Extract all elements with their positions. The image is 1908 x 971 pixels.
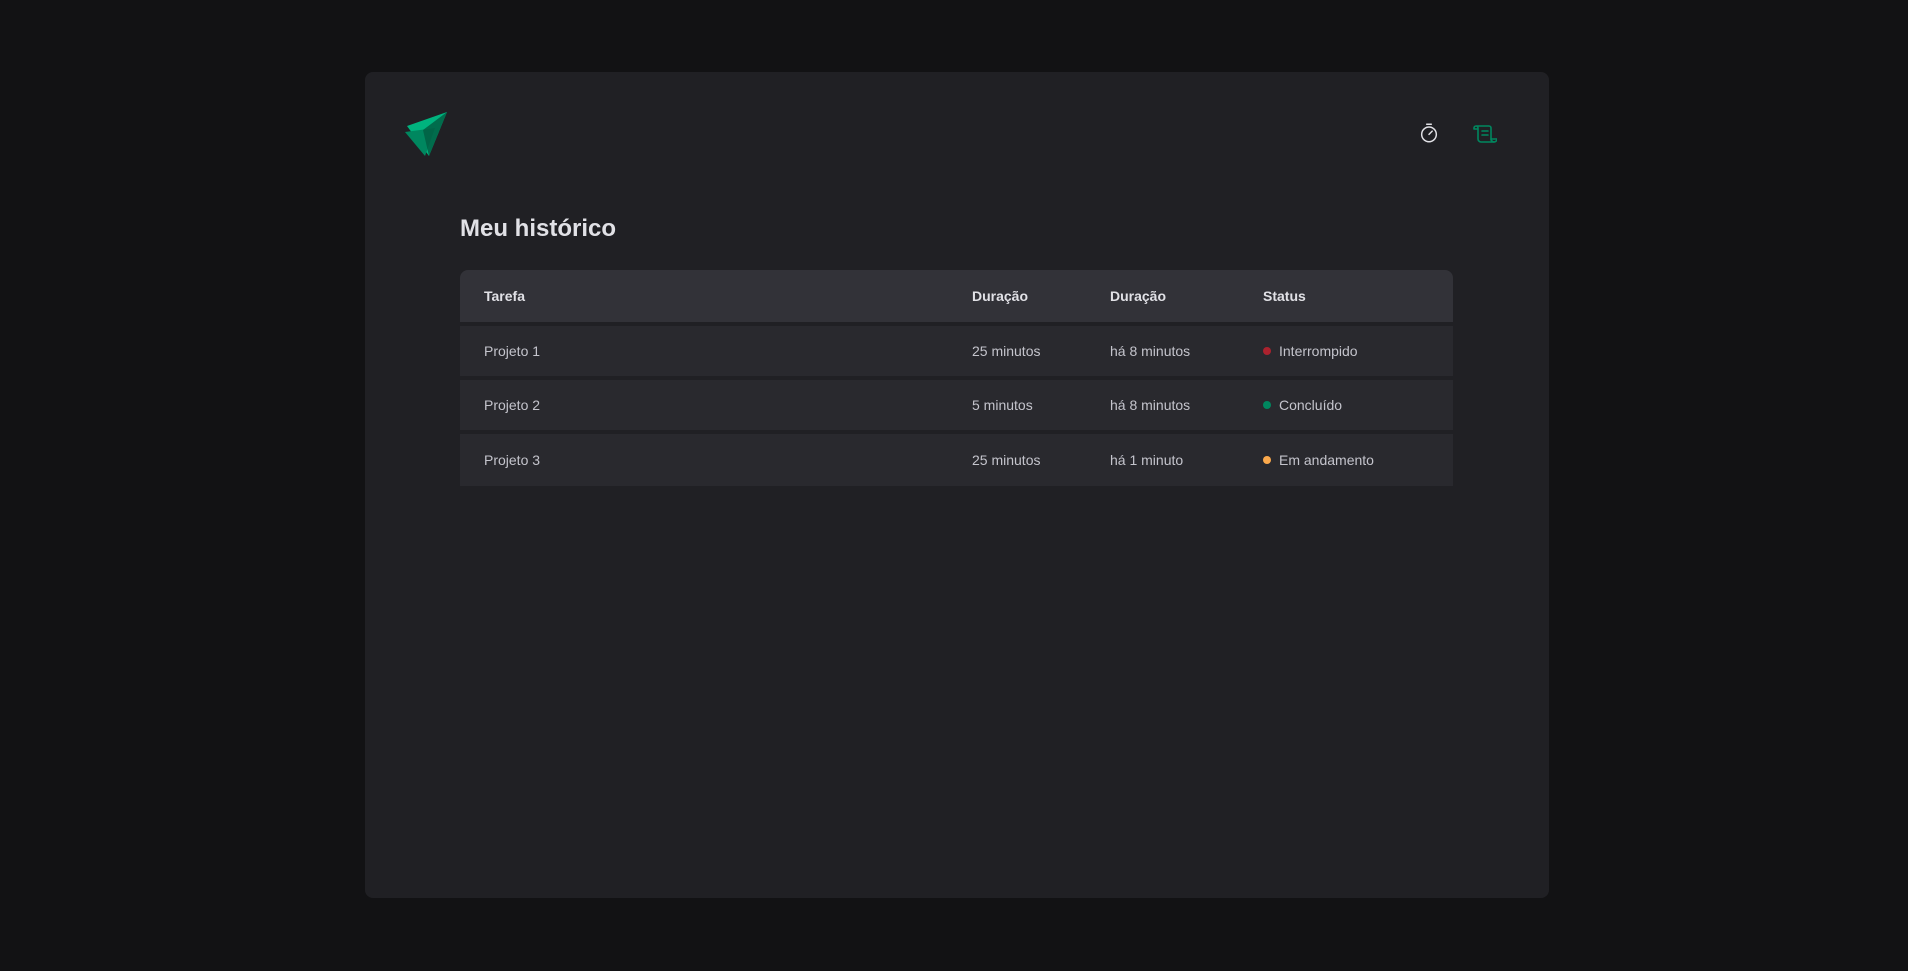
cell-started: há 8 minutos <box>1086 375 1239 432</box>
cell-status: Em andamento <box>1239 429 1453 486</box>
header <box>405 112 1509 160</box>
history-section: Meu histórico Tarefa Duração Duração Sta… <box>460 212 1453 486</box>
table-row: Projeto 2 5 minutos há 8 minutos Concluí… <box>460 375 1453 432</box>
nav-history-link[interactable] <box>1461 118 1509 152</box>
cell-started: há 1 minuto <box>1086 429 1239 486</box>
column-header-started: Duração <box>1086 269 1239 324</box>
page-title: Meu histórico <box>460 215 617 242</box>
status-dot-icon <box>1263 455 1271 464</box>
cell-duration: 25 minutos <box>948 429 1086 486</box>
nav-timer-link[interactable] <box>1405 118 1453 152</box>
status-dot-icon <box>1263 400 1271 409</box>
table-header-row: Tarefa Duração Duração Status <box>460 269 1453 324</box>
column-header-duration: Duração <box>948 269 1086 324</box>
main-nav <box>1405 118 1509 152</box>
column-header-status: Status <box>1239 269 1453 324</box>
cell-started: há 8 minutos <box>1086 321 1239 378</box>
cell-duration: 25 minutos <box>948 321 1086 378</box>
status-badge: Em andamento <box>1263 452 1453 468</box>
status-label: Em andamento <box>1279 451 1374 468</box>
logo-icon <box>405 112 447 156</box>
timer-icon <box>1418 122 1440 149</box>
scroll-icon <box>1473 122 1498 149</box>
app-container: Meu histórico Tarefa Duração Duração Sta… <box>365 72 1549 898</box>
status-dot-icon <box>1263 346 1271 355</box>
cell-task: Projeto 2 <box>460 375 948 432</box>
table-row: Projeto 3 25 minutos há 1 minuto Em anda… <box>460 429 1453 486</box>
status-label: Interrompido <box>1279 342 1358 359</box>
status-label: Concluído <box>1279 396 1343 413</box>
table-row: Projeto 1 25 minutos há 8 minutos Interr… <box>460 321 1453 378</box>
cell-task: Projeto 1 <box>460 321 948 378</box>
cell-status: Interrompido <box>1239 321 1453 378</box>
history-table: Tarefa Duração Duração Status Projeto 1 … <box>460 269 1453 486</box>
status-badge: Concluído <box>1263 397 1453 413</box>
status-badge: Interrompido <box>1263 343 1453 359</box>
cell-duration: 5 minutos <box>948 375 1086 432</box>
column-header-task: Tarefa <box>460 269 948 324</box>
cell-status: Concluído <box>1239 375 1453 432</box>
cell-task: Projeto 3 <box>460 429 948 486</box>
